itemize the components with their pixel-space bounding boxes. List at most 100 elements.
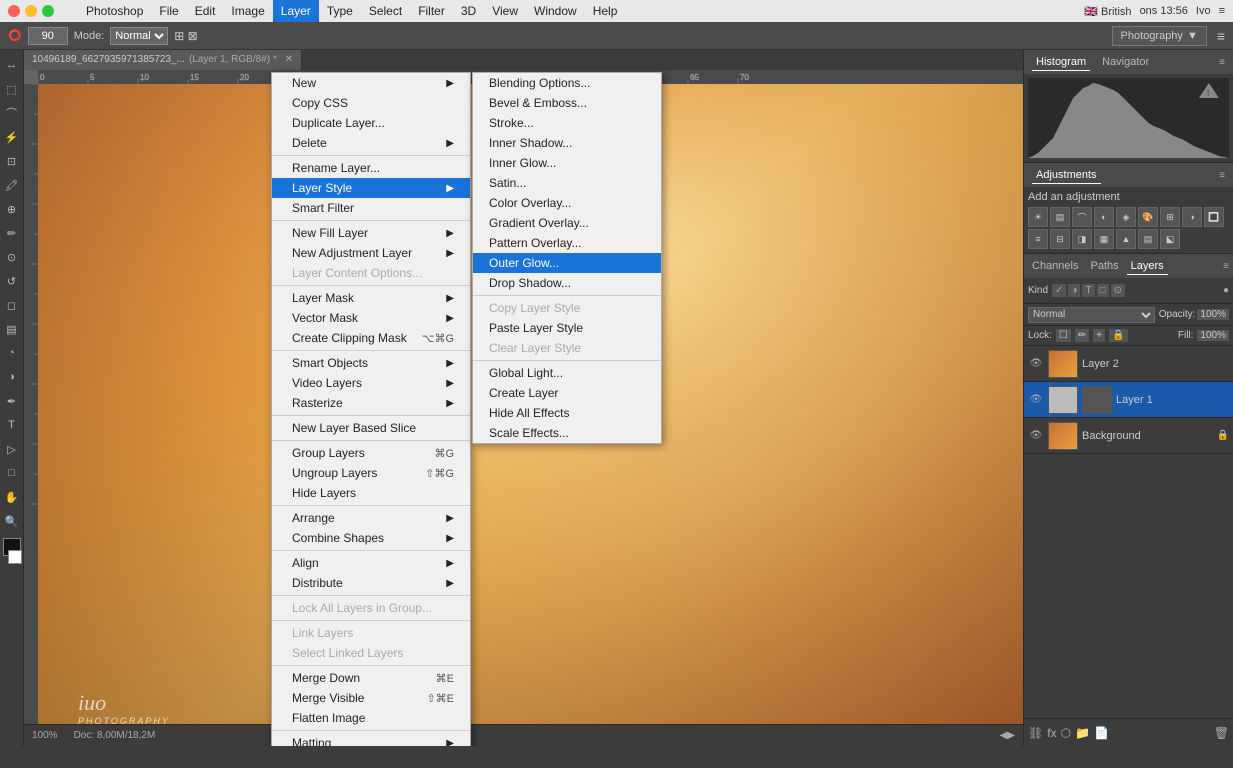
layer-item-layer2[interactable]: 👁 Layer 2 [1024, 346, 1233, 382]
menu-item-merge-down[interactable]: Merge Down ⌘E [272, 668, 470, 688]
shape-tool[interactable]: □ [1, 462, 23, 484]
move-tool[interactable]: ↔ [1, 54, 23, 76]
layer-mask-btn[interactable]: ⬡ [1061, 726, 1071, 740]
submenu-scale-effects[interactable]: Scale Effects... [473, 423, 661, 443]
submenu-gradient-overlay[interactable]: Gradient Overlay... [473, 213, 661, 233]
hand-tool[interactable]: ✋ [1, 486, 23, 508]
layer-item-background[interactable]: 👁 Background 🔒 [1024, 418, 1233, 454]
close-button[interactable] [8, 5, 20, 17]
app-menu-window[interactable]: Window [526, 0, 585, 22]
adj-hsl[interactable]: 🎨 [1138, 207, 1158, 227]
filter-pixel[interactable]: ✓ [1052, 284, 1066, 297]
menu-item-copy-css[interactable]: Copy CSS [272, 93, 470, 113]
type-tool[interactable]: T [1, 414, 23, 436]
pen-tool[interactable]: ✒ [1, 390, 23, 412]
menu-item-clipping-mask[interactable]: Create Clipping Mask ⌥⌘G [272, 328, 470, 348]
menu-item-matting[interactable]: Matting ▶ [272, 733, 470, 746]
gradient-tool[interactable]: ▤ [1, 318, 23, 340]
app-menu-layer[interactable]: Layer [273, 0, 319, 22]
layer-eye-layer2[interactable]: 👁 [1028, 356, 1044, 372]
canvas-tab[interactable]: 10496189_6627935971385723_... (Layer 1, … [24, 50, 302, 70]
submenu-blending-options[interactable]: Blending Options... [473, 73, 661, 93]
eraser-tool[interactable]: ◻ [1, 294, 23, 316]
menu-item-layer-mask[interactable]: Layer Mask ▶ [272, 288, 470, 308]
lasso-tool[interactable]: ⌒ [1, 102, 23, 124]
menu-item-merge-visible[interactable]: Merge Visible ⇧⌘E [272, 688, 470, 708]
adj-posterize[interactable]: ▦ [1094, 229, 1114, 249]
zoom-tool[interactable]: 🔍 [1, 510, 23, 532]
tab-layers[interactable]: Layers [1127, 258, 1168, 275]
layers-panel-menu[interactable]: ≡ [1223, 261, 1229, 272]
app-menu-image[interactable]: Image [223, 0, 272, 22]
app-menu-type[interactable]: Type [319, 0, 361, 22]
adj-invert[interactable]: ◨ [1072, 229, 1092, 249]
histogram-panel-menu[interactable]: ≡ [1219, 57, 1225, 68]
selection-tool[interactable]: ⬚ [1, 78, 23, 100]
canvas-tab-close[interactable]: ✕ [285, 50, 293, 70]
submenu-satin[interactable]: Satin... [473, 173, 661, 193]
menu-item-smart-objects[interactable]: Smart Objects ▶ [272, 353, 470, 373]
menu-item-new-slice[interactable]: New Layer Based Slice [272, 418, 470, 438]
menu-item-new-adj[interactable]: New Adjustment Layer ▶ [272, 243, 470, 263]
adj-selective-color[interactable]: ⬕ [1160, 229, 1180, 249]
app-menu-view[interactable]: View [484, 0, 526, 22]
adj-channel-mixer[interactable]: ≡ [1028, 229, 1048, 249]
tab-channels[interactable]: Channels [1028, 258, 1082, 274]
lock-transparent[interactable]: ☐ [1056, 329, 1071, 342]
submenu-inner-glow[interactable]: Inner Glow... [473, 153, 661, 173]
adj-threshold[interactable]: ▲ [1116, 229, 1136, 249]
dodge-tool[interactable]: ◑ [1, 366, 23, 388]
adj-levels[interactable]: ▤ [1050, 207, 1070, 227]
apple-menu[interactable] [62, 0, 78, 22]
menu-item-new-fill[interactable]: New Fill Layer ▶ [272, 223, 470, 243]
menu-item-flatten[interactable]: Flatten Image [272, 708, 470, 728]
layer-eye-background[interactable]: 👁 [1028, 428, 1044, 444]
tab-navigator[interactable]: Navigator [1098, 54, 1153, 70]
tab-paths[interactable]: Paths [1086, 258, 1122, 274]
menu-item-rasterize[interactable]: Rasterize ▶ [272, 393, 470, 413]
menu-item-delete[interactable]: Delete ▶ [272, 133, 470, 153]
tab-adjustments[interactable]: Adjustments [1032, 167, 1101, 184]
adj-photo-filter[interactable]: 🔳 [1204, 207, 1224, 227]
path-select-tool[interactable]: ▷ [1, 438, 23, 460]
mode-select[interactable]: Normal [110, 27, 168, 45]
background-color[interactable] [8, 550, 22, 564]
delete-layer-btn[interactable]: 🗑 [1214, 726, 1229, 740]
submenu-create-layer[interactable]: Create Layer [473, 383, 661, 403]
new-group-btn[interactable]: 📁 [1075, 726, 1090, 740]
history-brush-tool[interactable]: ↺ [1, 270, 23, 292]
menu-item-arrange[interactable]: Arrange ▶ [272, 508, 470, 528]
menu-item-hide-layers[interactable]: Hide Layers [272, 483, 470, 503]
adj-vibrance[interactable]: ◈ [1116, 207, 1136, 227]
quick-select-tool[interactable]: ⚡ [1, 126, 23, 148]
menu-item-combine-shapes[interactable]: Combine Shapes ▶ [272, 528, 470, 548]
new-layer-btn[interactable]: 📄 [1094, 726, 1109, 740]
eyedropper-tool[interactable]: 🖍 [1, 174, 23, 196]
submenu-inner-shadow[interactable]: Inner Shadow... [473, 133, 661, 153]
layer-item-layer1[interactable]: 👁 Layer 1 [1024, 382, 1233, 418]
menu-item-smart-filter[interactable]: Smart Filter [272, 198, 470, 218]
filter-smart[interactable]: ⊙ [1111, 284, 1125, 297]
app-menu-filter[interactable]: Filter [410, 0, 453, 22]
maximize-button[interactable] [42, 5, 54, 17]
app-menu-help[interactable]: Help [585, 0, 626, 22]
adj-gradient-map[interactable]: ▤ [1138, 229, 1158, 249]
adj-curves[interactable]: ⌒ [1072, 207, 1092, 227]
opacity-value[interactable]: 100% [1197, 309, 1229, 320]
brush-tool[interactable]: ✏ [1, 222, 23, 244]
menu-item-layer-style[interactable]: Layer Style ▶ [272, 178, 470, 198]
clone-stamp-tool[interactable]: ⊙ [1, 246, 23, 268]
app-menu-select[interactable]: Select [361, 0, 410, 22]
blur-tool[interactable]: ◔ [1, 342, 23, 364]
adj-color-balance[interactable]: ⊞ [1160, 207, 1180, 227]
submenu-stroke[interactable]: Stroke... [473, 113, 661, 133]
lock-all[interactable]: 🔒 [1109, 329, 1127, 342]
brush-size-input[interactable] [28, 27, 68, 45]
app-menu-3d[interactable]: 3D [453, 0, 484, 22]
submenu-pattern-overlay[interactable]: Pattern Overlay... [473, 233, 661, 253]
app-menu-edit[interactable]: Edit [187, 0, 224, 22]
adjustments-panel-menu[interactable]: ≡ [1219, 170, 1225, 181]
panel-toggle[interactable]: ≡ [1217, 28, 1225, 44]
menu-item-vector-mask[interactable]: Vector Mask ▶ [272, 308, 470, 328]
adj-brightness[interactable]: ☀ [1028, 207, 1048, 227]
